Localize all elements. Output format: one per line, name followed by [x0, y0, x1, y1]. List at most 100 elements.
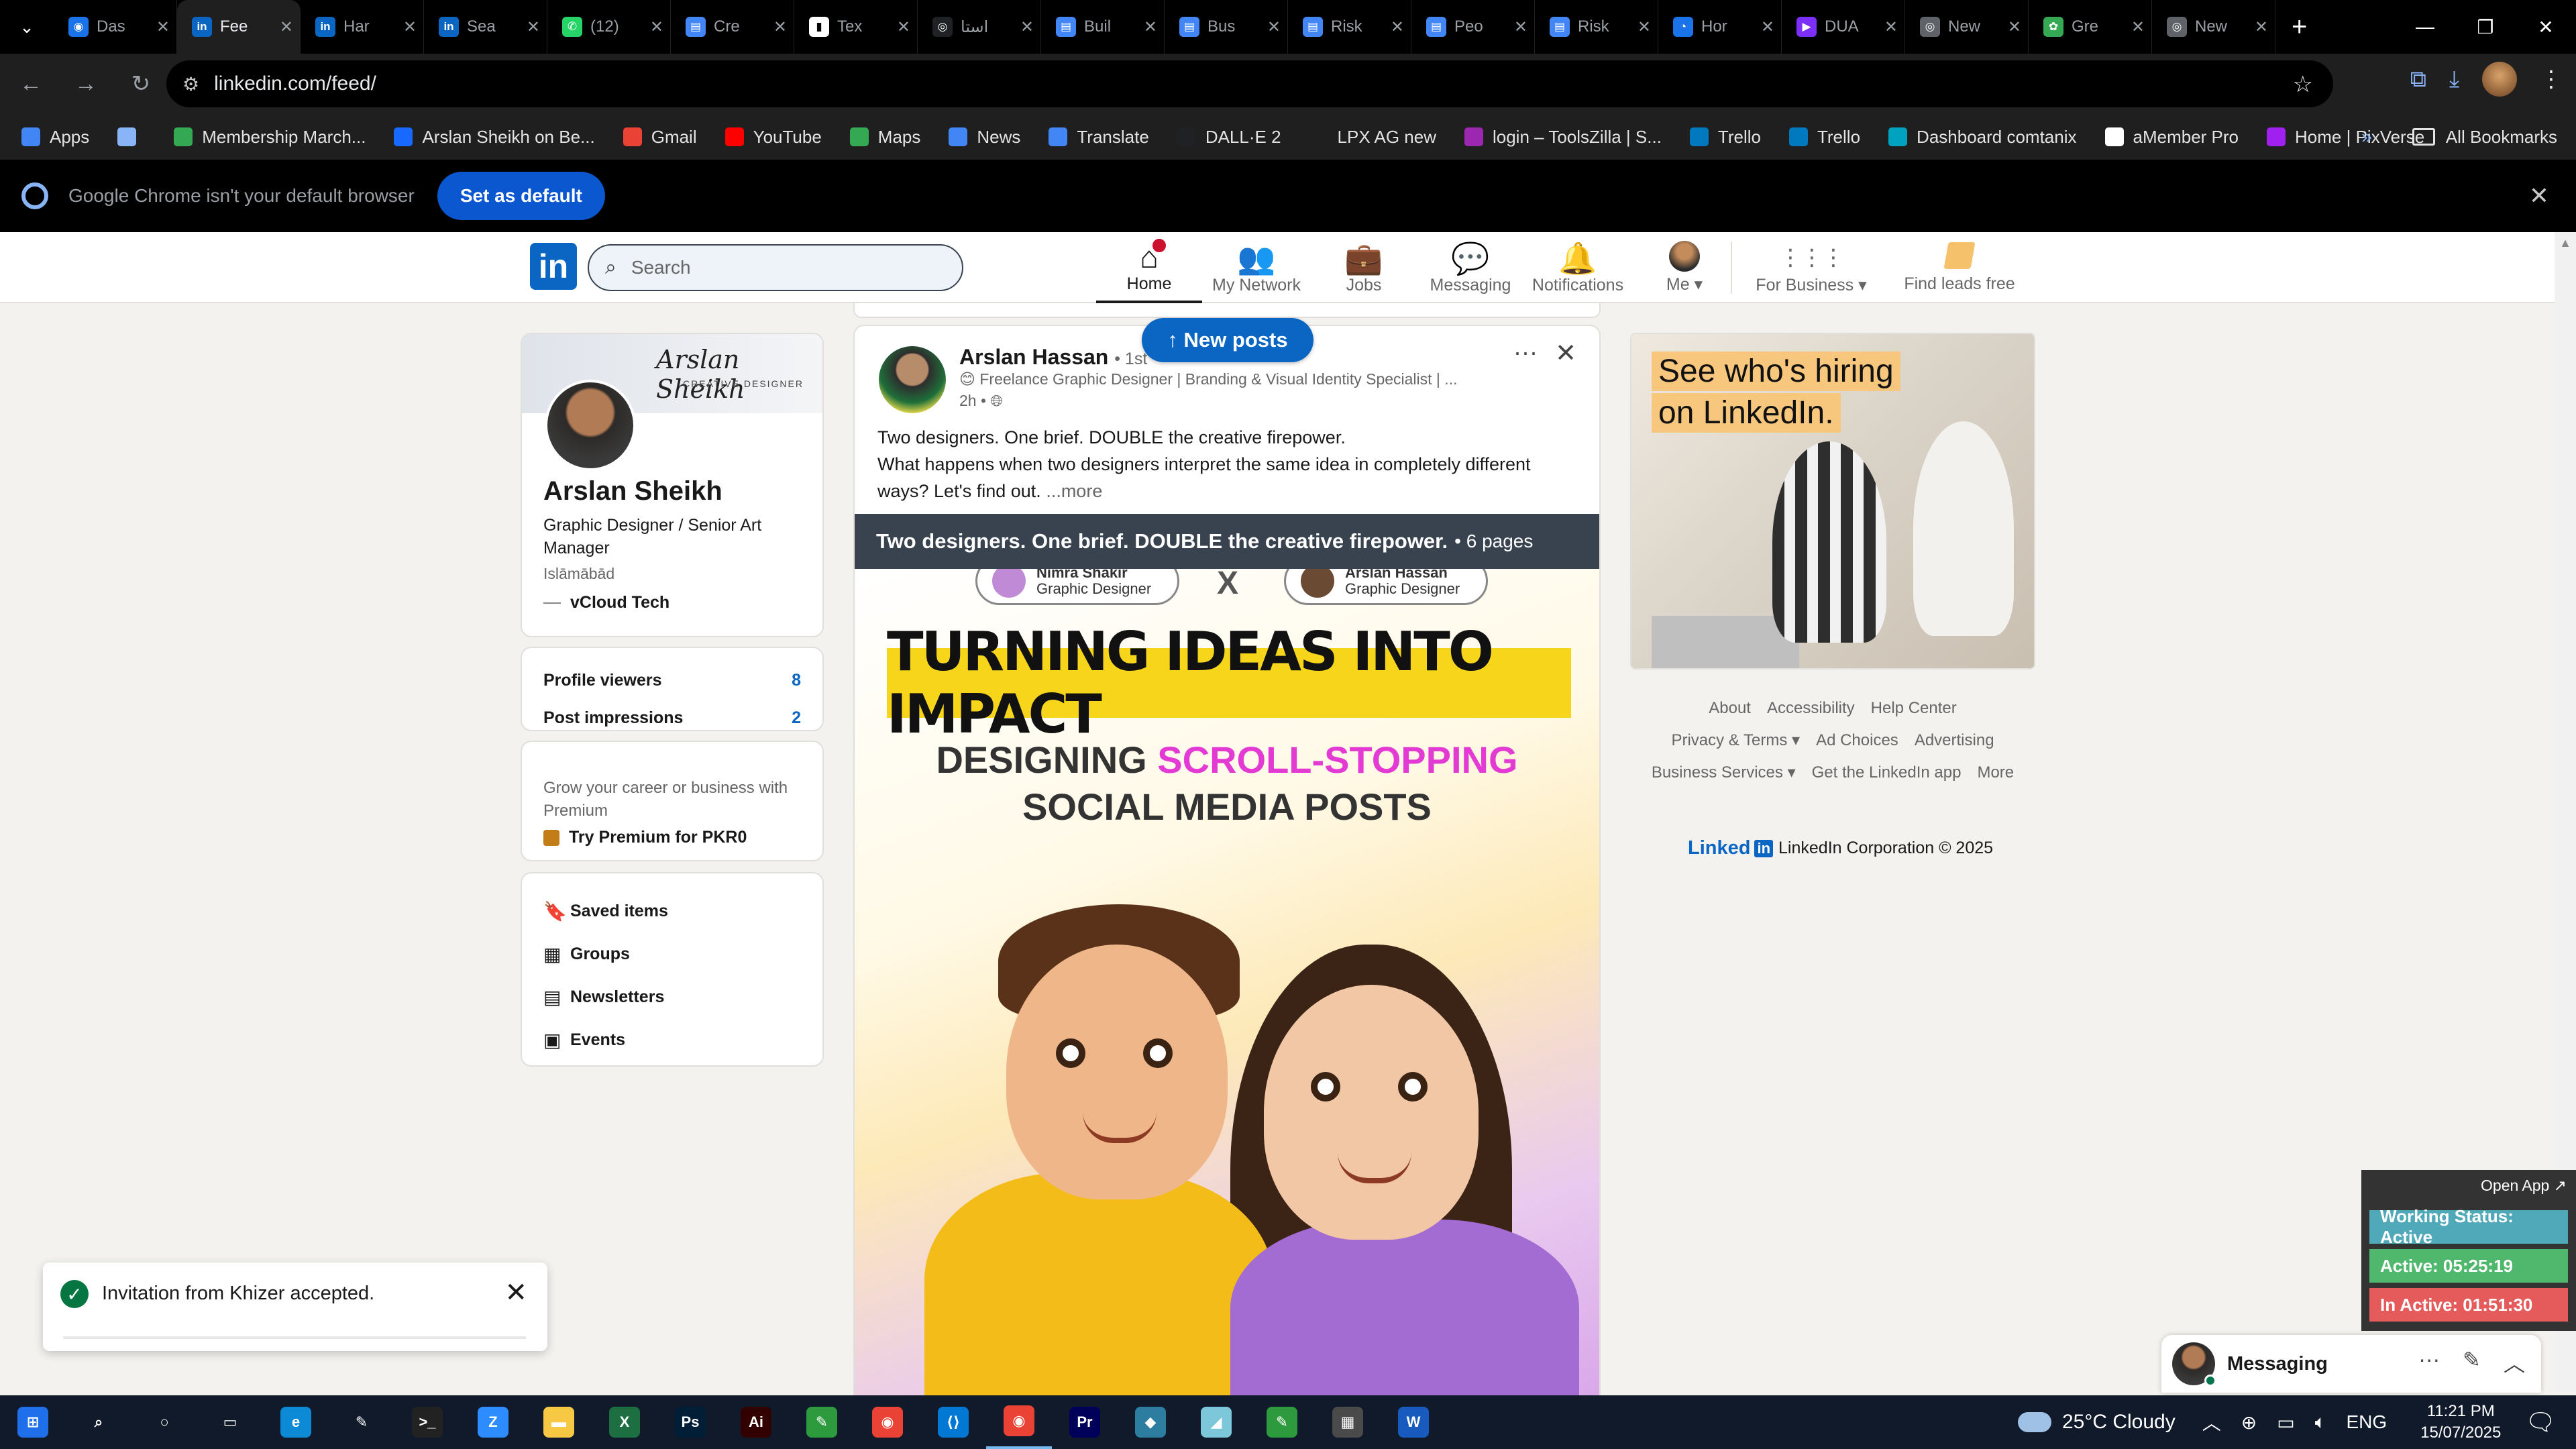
post-author[interactable]: Arslan Hassan • 1st — [959, 345, 1147, 370]
taskbar-illustrator-icon[interactable]: Ai — [723, 1395, 789, 1449]
chevron-up-icon[interactable]: ︿ — [2504, 1347, 2525, 1378]
post-options-icon[interactable]: ··· — [1513, 338, 1538, 366]
more-options-icon[interactable]: ··· — [2418, 1347, 2440, 1378]
browser-tab[interactable]: ▤ Peo ✕ — [1411, 0, 1535, 54]
nav-me[interactable]: Me ▾ — [1646, 232, 1723, 303]
tab-close-icon[interactable]: ✕ — [280, 17, 293, 37]
all-bookmarks-link[interactable]: All Bookmarks — [2446, 127, 2557, 148]
footer-link[interactable]: Accessibility — [1767, 692, 1855, 724]
ad-card[interactable]: See who's hiring on LinkedIn. — [1630, 333, 2035, 669]
set-as-default-button[interactable]: Set as default — [437, 172, 605, 220]
footer-link[interactable]: Advertising — [1915, 724, 1994, 757]
browser-tab[interactable]: ▤ Buil ✕ — [1041, 0, 1165, 54]
weather-widget[interactable]: 25°C Cloudy — [2017, 1411, 2176, 1434]
network-icon[interactable]: ⊕ — [2241, 1411, 2257, 1434]
document-title-bar[interactable]: Two designers. One brief. DOUBLE the cre… — [855, 514, 1599, 569]
taskbar-word-icon[interactable]: W — [1381, 1395, 1446, 1449]
post-author-avatar[interactable] — [879, 346, 946, 413]
document-page-preview[interactable]: Nimra Shakir Graphic Designer X Arslan H… — [855, 569, 1599, 1397]
nav-find-leads[interactable]: Find leads free — [1889, 232, 2030, 303]
stat-post-impressions[interactable]: Post impressions 2 — [543, 699, 801, 730]
taskbar-excel-icon[interactable]: X — [592, 1395, 657, 1449]
nav-for-business[interactable]: ⋮⋮⋮ For Business ▾ — [1744, 232, 1878, 303]
tab-close-icon[interactable]: ✕ — [403, 17, 417, 37]
footer-link[interactable]: Get the LinkedIn app — [1812, 757, 1962, 789]
footer-link[interactable]: About — [1709, 692, 1751, 724]
new-tab-button[interactable]: + — [2292, 12, 2307, 42]
tab-close-icon[interactable]: ✕ — [156, 17, 170, 37]
browser-tab[interactable]: in Har ✕ — [301, 0, 424, 54]
toast-close-icon[interactable]: ✕ — [504, 1277, 527, 1308]
extensions-icon[interactable]: ⧉ — [2410, 66, 2426, 93]
bookmark-item[interactable]: News — [949, 127, 1020, 148]
bookmark-item[interactable]: Apps — [21, 127, 89, 148]
tab-close-icon[interactable]: ✕ — [1391, 17, 1404, 37]
address-bar[interactable]: ⚙ linkedin.com/feed/ ☆ — [166, 60, 2333, 107]
nav-home[interactable]: ⌂ Home — [1096, 232, 1202, 303]
bookmark-item[interactable]: Trello — [1788, 127, 1860, 148]
avatar[interactable] — [545, 380, 636, 471]
bookmark-item[interactable]: Membership March... — [174, 127, 366, 148]
tab-close-icon[interactable]: ✕ — [1020, 17, 1034, 37]
infobar-close-icon[interactable]: ✕ — [2529, 182, 2549, 210]
search-box[interactable]: ⌕ — [588, 244, 963, 291]
tab-close-icon[interactable]: ✕ — [1761, 17, 1774, 37]
browser-tab[interactable]: ◎ استا ✕ — [918, 0, 1041, 54]
bookmark-item[interactable]: DALL·E 2 — [1177, 127, 1281, 148]
browser-tab[interactable]: ✿ Gre ✕ — [2029, 0, 2152, 54]
tab-search-chevron-icon[interactable]: ⌄ — [0, 0, 54, 54]
browser-tab[interactable]: ◔ Hor ✕ — [1658, 0, 1782, 54]
try-premium-link[interactable]: Try Premium for PKR0 — [543, 828, 801, 847]
bookmark-item[interactable]: Dashboard comtanix — [1888, 127, 2077, 148]
profile-card[interactable]: Arslan Sheikh CREATIVE DESIGNER Arslan S… — [521, 333, 824, 637]
tab-close-icon[interactable]: ✕ — [2131, 17, 2145, 37]
tab-close-icon[interactable]: ✕ — [1884, 17, 1898, 37]
taskbar-file-explorer-icon[interactable]: ▬ — [526, 1395, 592, 1449]
tray-chevron-icon[interactable]: ︿ — [2202, 1409, 2221, 1436]
profile-company[interactable]: vCloud Tech — [543, 593, 669, 612]
clock[interactable]: 11:21 PM 15/07/2025 — [2420, 1401, 2501, 1444]
volume-icon[interactable]: 🔈︎ — [2315, 1411, 2326, 1434]
browser-tab[interactable]: ▤ Bus ✕ — [1165, 0, 1288, 54]
bookmark-item[interactable] — [117, 127, 146, 146]
taskbar-app-teal-icon[interactable]: ◆ — [1118, 1395, 1183, 1449]
taskbar-windows-start-icon[interactable]: ⊞ — [0, 1395, 66, 1449]
tab-close-icon[interactable]: ✕ — [527, 17, 540, 37]
compose-icon[interactable]: ✎ — [2463, 1347, 2481, 1378]
bookmark-item[interactable]: Maps — [849, 127, 920, 148]
taskbar-premiere-icon[interactable]: Pr — [1052, 1395, 1118, 1449]
footer-link[interactable]: Help Center — [1871, 692, 1957, 724]
bookmark-item[interactable]: YouTube — [724, 127, 822, 148]
footer-link[interactable]: Business Services ▾ — [1652, 757, 1796, 789]
events-link[interactable]: ▣ Events — [543, 1018, 801, 1061]
tab-close-icon[interactable]: ✕ — [2255, 17, 2268, 37]
bookmark-item[interactable]: Translate — [1049, 127, 1149, 148]
nav-my-network[interactable]: 👥 My Network — [1208, 232, 1305, 303]
tab-close-icon[interactable]: ✕ — [773, 17, 787, 37]
taskbar-vscode-icon[interactable]: ⟨⟩ — [920, 1395, 986, 1449]
bookmark-item[interactable]: Trello — [1689, 127, 1761, 148]
bookmark-star-icon[interactable]: ☆ — [2293, 71, 2313, 98]
browser-tab[interactable]: in Fee ✕ — [177, 0, 301, 54]
browser-tab[interactable]: in Sea ✕ — [424, 0, 547, 54]
taskbar-task-view-icon[interactable]: ▭ — [197, 1395, 263, 1449]
forward-icon[interactable]: → — [62, 60, 110, 108]
taskbar-chrome-icon[interactable]: ◉ — [855, 1395, 920, 1449]
tab-close-icon[interactable]: ✕ — [1144, 17, 1157, 37]
taskbar-pen-icon[interactable]: ✎ — [329, 1395, 394, 1449]
saved-items-link[interactable]: 🔖 Saved items — [543, 890, 801, 932]
browser-tab[interactable]: ◉ Das ✕ — [54, 0, 177, 54]
footer-link[interactable]: More — [1977, 757, 2014, 789]
taskbar-zoom-icon[interactable]: Z — [460, 1395, 526, 1449]
browser-tab[interactable]: ▶ DUA ✕ — [1782, 0, 1905, 54]
profile-name[interactable]: Arslan Sheikh — [543, 476, 722, 506]
nav-notifications[interactable]: 🔔 Notifications — [1527, 232, 1629, 303]
messaging-overlay[interactable]: Messaging ··· ✎ ︿ — [2161, 1335, 2541, 1393]
nav-messaging[interactable]: 💬 Messaging — [1422, 232, 1519, 303]
groups-link[interactable]: ▦ Groups — [543, 932, 801, 975]
open-app-link[interactable]: Open App ↗ — [2481, 1177, 2567, 1195]
bookmark-item[interactable]: LPX AG new — [1309, 127, 1436, 148]
restore-icon[interactable]: ❐ — [2455, 0, 2516, 54]
browser-tab[interactable]: ▤ Cre ✕ — [671, 0, 794, 54]
taskbar-app-green2-icon[interactable]: ✎ — [1249, 1395, 1315, 1449]
